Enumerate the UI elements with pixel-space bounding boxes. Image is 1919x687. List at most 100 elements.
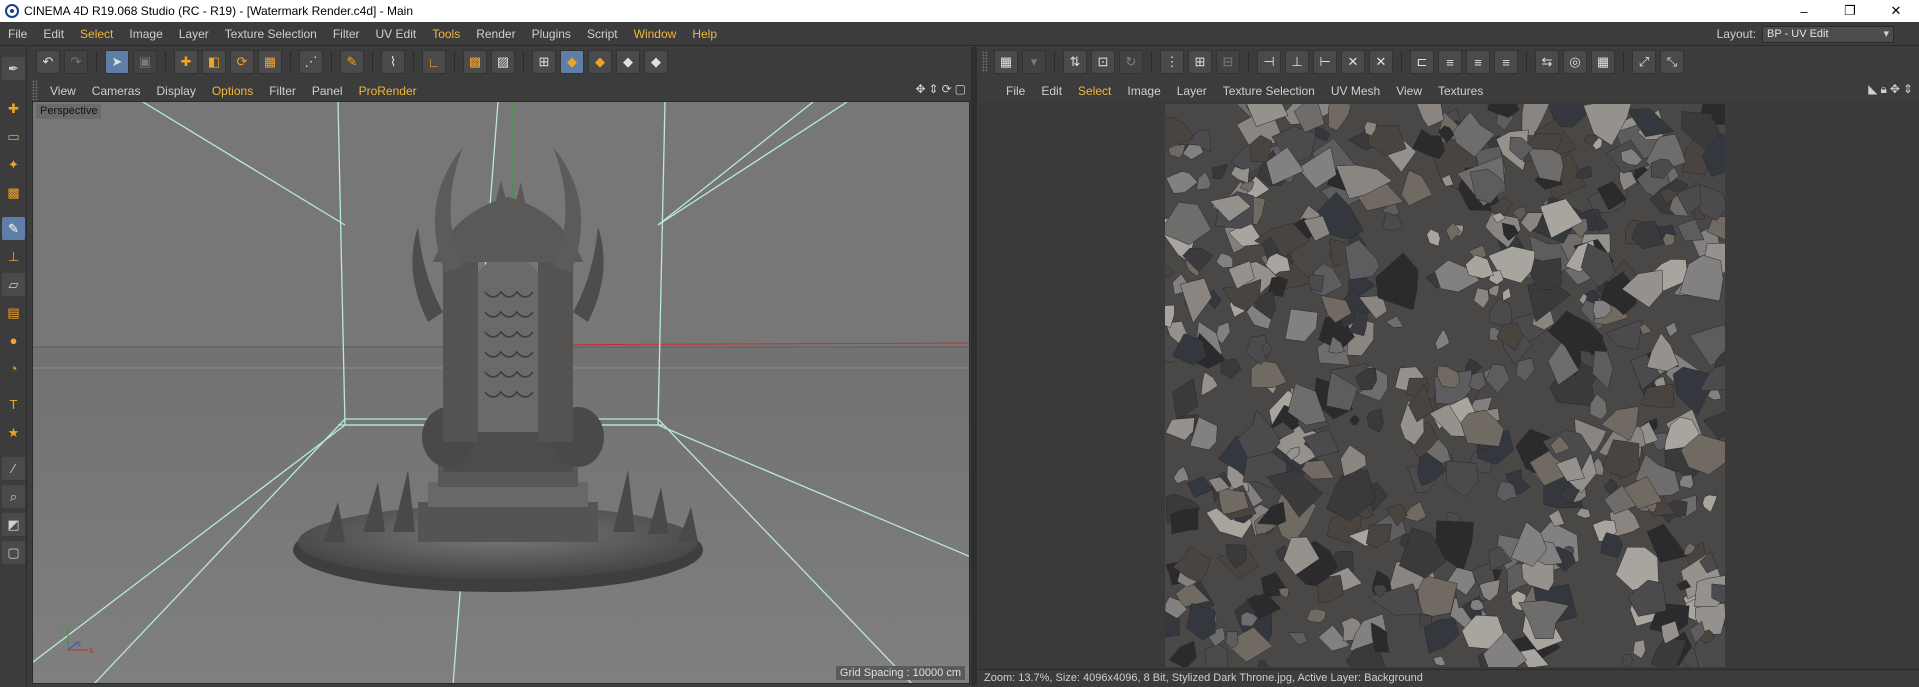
- uv-grid2-icon[interactable]: ⊞: [1188, 50, 1212, 74]
- move-tool-icon[interactable]: ✚: [174, 50, 198, 74]
- cube-icon[interactable]: ◆: [588, 50, 612, 74]
- menu-select[interactable]: Select: [72, 22, 121, 46]
- uv-points-icon[interactable]: ⋰: [299, 50, 323, 74]
- align-cross2-icon[interactable]: ✕: [1369, 50, 1393, 74]
- texture-grid-icon[interactable]: ▨: [491, 50, 515, 74]
- stamp-icon[interactable]: ⊥: [2, 245, 25, 268]
- menu-image[interactable]: Image: [121, 22, 170, 46]
- scale-tool-icon[interactable]: ◧: [202, 50, 226, 74]
- redo-icon[interactable]: ↷: [64, 50, 88, 74]
- menu-plugins[interactable]: Plugins: [524, 22, 579, 46]
- distribute-icon[interactable]: ⊏: [1410, 50, 1434, 74]
- brush-tool-icon[interactable]: ⌇: [381, 50, 405, 74]
- model-mode-icon[interactable]: ▣: [133, 50, 157, 74]
- uv-menu-edit[interactable]: Edit: [1033, 84, 1070, 98]
- checker-pattern-icon[interactable]: ▩: [2, 181, 25, 204]
- stack-icon[interactable]: ≡: [1438, 50, 1462, 74]
- shaded-cube-icon[interactable]: ◆: [560, 50, 584, 74]
- eyedropper-icon[interactable]: ⁄: [2, 457, 25, 480]
- restore-button[interactable]: ❐: [1827, 0, 1873, 22]
- dolly-icon[interactable]: ⇕: [929, 82, 939, 96]
- orbit-icon[interactable]: ⟳: [942, 82, 952, 96]
- menu-edit[interactable]: Edit: [35, 22, 72, 46]
- menu-script[interactable]: Script: [579, 22, 626, 46]
- menu-texture-selection[interactable]: Texture Selection: [217, 22, 325, 46]
- uv-menu-uv-mesh[interactable]: UV Mesh: [1323, 84, 1388, 98]
- live-selection-icon[interactable]: ➤: [105, 50, 129, 74]
- rectangle-select-icon[interactable]: ▭: [2, 125, 25, 148]
- close-button[interactable]: ✕: [1873, 0, 1919, 22]
- fill-bucket-icon[interactable]: ●: [2, 329, 25, 352]
- relax-uv-icon[interactable]: ⇆: [1535, 50, 1559, 74]
- rotate-tool-icon[interactable]: ⟳: [230, 50, 254, 74]
- pan-icon[interactable]: ✥: [915, 82, 925, 96]
- uv-menu-select[interactable]: Select: [1070, 84, 1119, 98]
- text-tool-icon[interactable]: T: [2, 393, 25, 416]
- viewport-menu-options[interactable]: Options: [204, 84, 261, 98]
- texture-mode-icon[interactable]: ▦: [258, 50, 282, 74]
- mirror-v-icon[interactable]: ⊥: [1285, 50, 1309, 74]
- star-icon[interactable]: ★: [2, 421, 25, 444]
- maximize-panel-icon[interactable]: ▢: [955, 82, 966, 96]
- box-display-icon[interactable]: ◆: [644, 50, 668, 74]
- stack2-icon[interactable]: ≡: [1466, 50, 1490, 74]
- menu-filter[interactable]: Filter: [325, 22, 368, 46]
- viewport-menu-view[interactable]: View: [42, 84, 84, 98]
- uv-grid-icon[interactable]: ▦: [994, 50, 1018, 74]
- lit-cube-icon[interactable]: ◆: [616, 50, 640, 74]
- uv-lock-icon[interactable]: 🔒︎: [1880, 82, 1886, 97]
- uv-move-icon[interactable]: ⇅: [1063, 50, 1087, 74]
- uv-menu-layer[interactable]: Layer: [1169, 84, 1215, 98]
- menu-render[interactable]: Render: [468, 22, 523, 46]
- pen-tool-icon[interactable]: ✒: [2, 57, 25, 80]
- paint-3d-icon[interactable]: ✎: [340, 50, 364, 74]
- uv-zoom-icon[interactable]: ⇕: [1903, 82, 1913, 97]
- menu-uv-edit[interactable]: UV Edit: [368, 22, 425, 46]
- menu-layer[interactable]: Layer: [171, 22, 217, 46]
- move-axis-icon[interactable]: ✚: [2, 97, 25, 120]
- uv-menu-image[interactable]: Image: [1119, 84, 1168, 98]
- menu-file[interactable]: File: [0, 22, 35, 46]
- zoom-icon[interactable]: ⌕: [2, 485, 25, 508]
- align-cross-icon[interactable]: ✕: [1341, 50, 1365, 74]
- uv-scale-icon[interactable]: ⊡: [1091, 50, 1115, 74]
- uv-transform2-icon[interactable]: ⤡: [1660, 50, 1684, 74]
- uv-dropdown-icon[interactable]: ▾: [1022, 50, 1046, 74]
- perspective-viewport[interactable]: y z x Perspective Grid Spacing : 10000 c…: [32, 101, 970, 684]
- uv-polygons-icon[interactable]: ⋮: [1160, 50, 1184, 74]
- quick-mask-icon[interactable]: ▢: [2, 541, 25, 564]
- minimize-button[interactable]: –: [1781, 0, 1827, 22]
- uv-menu-file[interactable]: File: [998, 84, 1033, 98]
- gradient-icon[interactable]: ▤: [2, 301, 25, 324]
- uv-menu-view[interactable]: View: [1388, 84, 1430, 98]
- eraser-icon[interactable]: ▱: [2, 273, 25, 296]
- viewport-menu-panel[interactable]: Panel: [304, 84, 351, 98]
- menu-help[interactable]: Help: [684, 22, 725, 46]
- stack3-icon[interactable]: ≡: [1494, 50, 1518, 74]
- viewport-menu-filter[interactable]: Filter: [261, 84, 304, 98]
- menu-window[interactable]: Window: [626, 22, 685, 46]
- menu-tools[interactable]: Tools: [424, 22, 468, 46]
- mirror-u-icon[interactable]: ⊣: [1257, 50, 1281, 74]
- uv-histogram-icon[interactable]: ◣: [1868, 82, 1877, 97]
- projection-icon[interactable]: ∟: [422, 50, 446, 74]
- viewport-menu-prorender[interactable]: ProRender: [351, 84, 425, 98]
- uv-checker-icon[interactable]: ▩: [463, 50, 487, 74]
- uv-snap-icon[interactable]: ⊟: [1216, 50, 1240, 74]
- uv-transform-icon[interactable]: ⤢: [1632, 50, 1656, 74]
- magic-wand-icon[interactable]: ✦: [2, 153, 25, 176]
- render-view-icon[interactable]: ⊞: [532, 50, 556, 74]
- uv-menu-texture-selection[interactable]: Texture Selection: [1215, 84, 1323, 98]
- panel-divider[interactable]: [971, 47, 977, 686]
- color-swatches-icon[interactable]: ◩: [2, 513, 25, 536]
- brush-icon[interactable]: ✎: [2, 217, 25, 240]
- viewport-menu-display[interactable]: Display: [148, 84, 203, 98]
- uv-rotate-icon[interactable]: ↻: [1119, 50, 1143, 74]
- uv-pan-icon[interactable]: ✥: [1890, 82, 1900, 97]
- viewport-menu-cameras[interactable]: Cameras: [84, 84, 149, 98]
- align-left-icon[interactable]: ⊢: [1313, 50, 1337, 74]
- undo-icon[interactable]: ↶: [36, 50, 60, 74]
- optimal-mapping-icon[interactable]: ◎: [1563, 50, 1587, 74]
- layout-dropdown[interactable]: BP - UV Edit: [1762, 25, 1894, 43]
- uv-editor-canvas[interactable]: [978, 101, 1919, 669]
